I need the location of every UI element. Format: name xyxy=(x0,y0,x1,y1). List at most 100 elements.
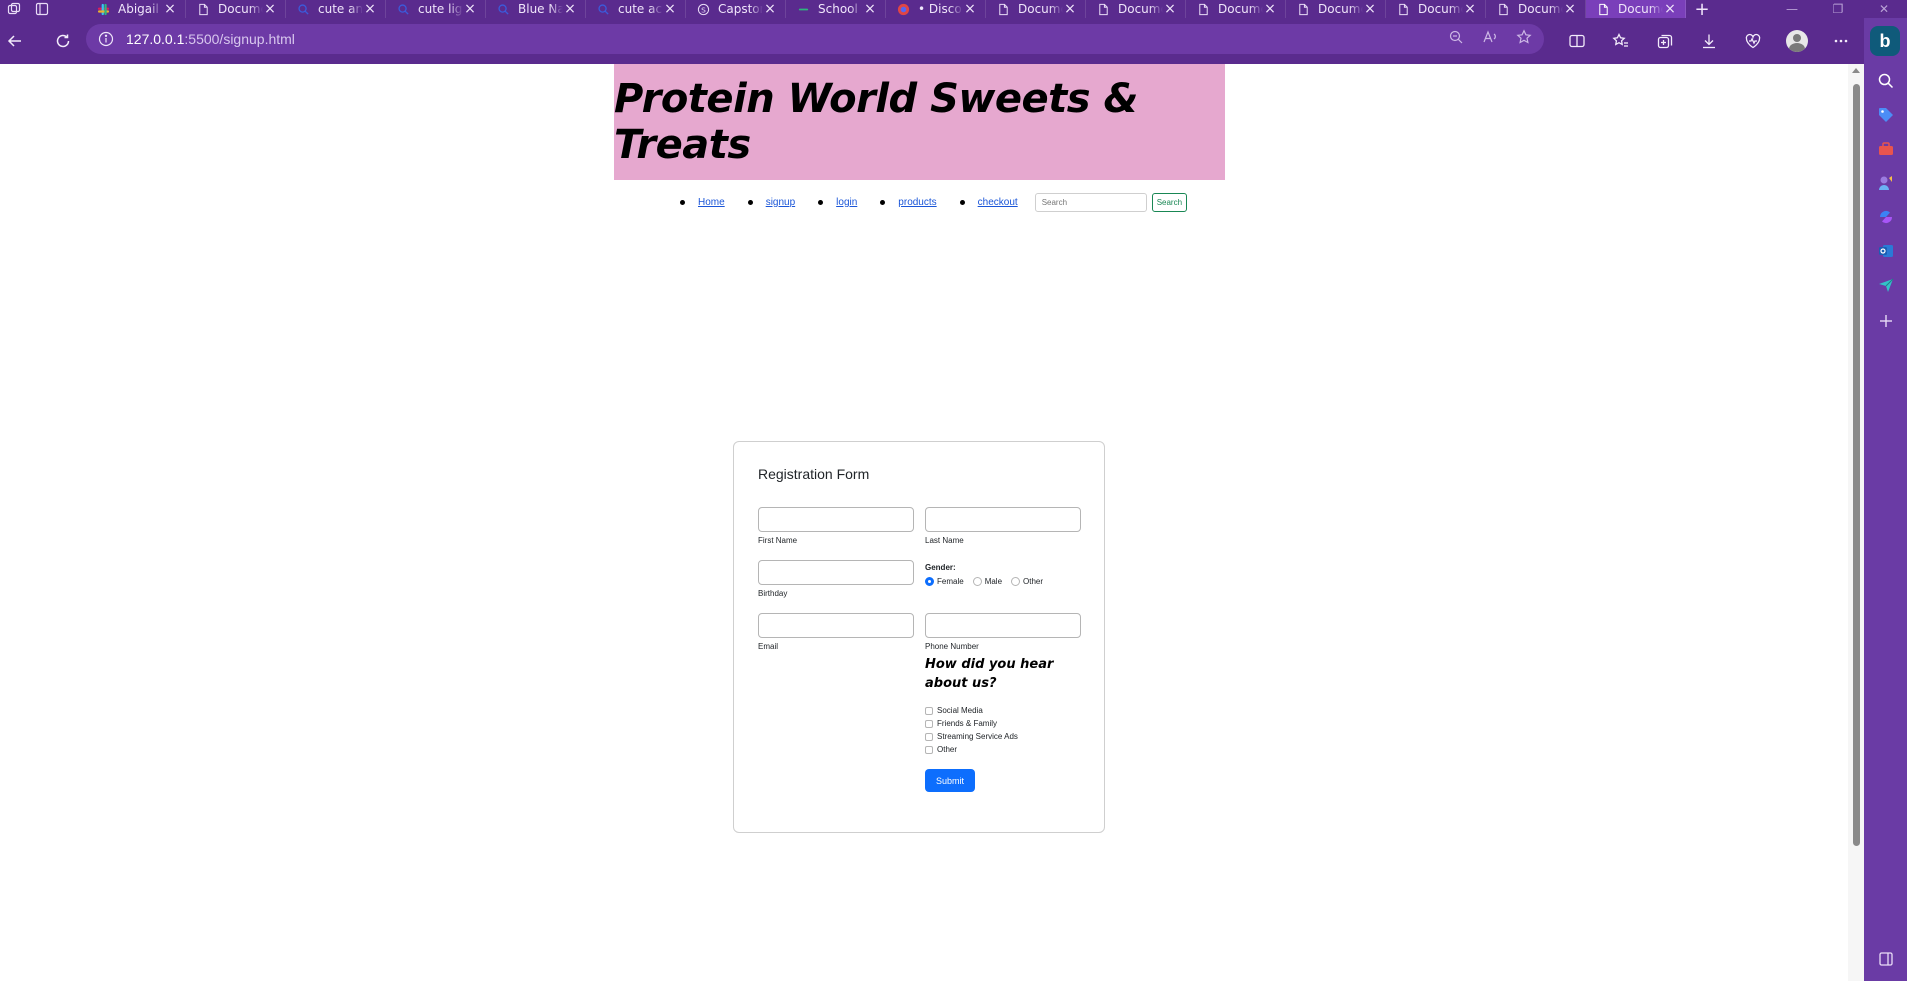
checkbox[interactable] xyxy=(925,732,933,741)
tab-title: Document xyxy=(1418,2,1463,16)
games-icon[interactable] xyxy=(1864,168,1907,198)
nav-link-checkout[interactable]: checkout xyxy=(978,197,1018,208)
close-tab-icon[interactable]: × xyxy=(163,1,177,17)
browser-tab[interactable]: Abigail × xyxy=(86,0,186,18)
add-sidebar-app-icon[interactable] xyxy=(1864,306,1907,336)
nav-link-login[interactable]: login xyxy=(836,197,857,208)
browser-tab[interactable]: Document × xyxy=(1086,0,1186,18)
bing-copilot-icon[interactable]: b xyxy=(1870,26,1900,56)
close-tab-icon[interactable]: × xyxy=(863,1,877,17)
shopping-tag-icon[interactable] xyxy=(1864,100,1907,130)
browser-tab[interactable]: Document × xyxy=(1286,0,1386,18)
favorite-star-icon[interactable] xyxy=(1516,29,1532,49)
minimize-icon[interactable]: — xyxy=(1769,0,1815,18)
browser-tab[interactable]: Document × xyxy=(986,0,1086,18)
address-bar[interactable]: 127.0.0.1:5500/signup.html xyxy=(86,24,1544,54)
browser-tab[interactable]: Blue Nails × xyxy=(486,0,586,18)
site-search-input[interactable] xyxy=(1034,192,1147,212)
close-tab-icon[interactable]: × xyxy=(663,1,677,17)
close-tab-icon[interactable]: × xyxy=(1363,1,1377,17)
close-tab-icon[interactable]: × xyxy=(463,1,477,17)
tab-title: Document xyxy=(1618,2,1663,16)
close-tab-icon[interactable]: × xyxy=(1163,1,1177,17)
referral-option-streaming-ads[interactable]: Streaming Service Ads xyxy=(925,730,1018,743)
url-text[interactable]: 127.0.0.1:5500/signup.html xyxy=(126,31,295,47)
nav-link-home[interactable]: Home xyxy=(698,197,725,208)
vertical-tabs-icon[interactable] xyxy=(28,0,56,18)
browser-tab[interactable]: cute and × xyxy=(286,0,386,18)
referral-option-friends-family[interactable]: Friends & Family xyxy=(925,717,1018,730)
close-tab-icon[interactable]: × xyxy=(1263,1,1277,17)
browser-tab[interactable]: Document × xyxy=(186,0,286,18)
browser-tab[interactable]: School × xyxy=(786,0,886,18)
close-tab-icon[interactable]: × xyxy=(1063,1,1077,17)
refresh-button[interactable] xyxy=(42,18,84,64)
back-button[interactable] xyxy=(0,18,30,64)
document-icon xyxy=(996,2,1010,16)
gender-option-other[interactable]: Other xyxy=(1011,577,1043,586)
browser-tab[interactable]: S Capstone × xyxy=(686,0,786,18)
discord-icon xyxy=(896,2,910,16)
nav-link-signup[interactable]: signup xyxy=(766,197,795,208)
close-tab-icon[interactable]: × xyxy=(963,1,977,17)
checkbox[interactable] xyxy=(925,706,933,715)
radio-button[interactable] xyxy=(972,577,982,586)
close-tab-icon[interactable]: × xyxy=(1563,1,1577,17)
gender-option-male[interactable]: Male xyxy=(972,577,1002,586)
workspaces-icon[interactable] xyxy=(0,0,28,18)
close-tab-icon[interactable]: × xyxy=(1663,1,1677,17)
checkbox[interactable] xyxy=(925,745,933,754)
radio-button-checked[interactable] xyxy=(925,577,934,586)
scroll-up-arrow-icon[interactable] xyxy=(1852,68,1860,73)
downloads-icon[interactable] xyxy=(1687,18,1731,64)
send-icon[interactable] xyxy=(1864,270,1907,300)
last-name-field[interactable] xyxy=(925,507,1081,532)
phone-number-field[interactable] xyxy=(925,613,1081,638)
sidebar-search-icon[interactable] xyxy=(1864,66,1907,96)
radio-button[interactable] xyxy=(1011,577,1021,586)
zoom-out-icon[interactable] xyxy=(1448,29,1464,49)
referral-option-social-media[interactable]: Social Media xyxy=(925,704,1018,717)
browser-essentials-icon[interactable] xyxy=(1731,18,1775,64)
close-tab-icon[interactable]: × xyxy=(363,1,377,17)
browser-tab[interactable]: • Discord × xyxy=(886,0,986,18)
split-screen-icon[interactable] xyxy=(1555,18,1599,64)
copilot-icon[interactable] xyxy=(1864,202,1907,232)
browser-tab[interactable]: Document × xyxy=(1386,0,1486,18)
checkbox[interactable] xyxy=(925,719,933,728)
hide-sidebar-icon[interactable] xyxy=(1864,944,1907,974)
page-scrollbar[interactable] xyxy=(1848,64,1864,981)
nav-link-products[interactable]: products xyxy=(898,197,936,208)
close-tab-icon[interactable]: × xyxy=(263,1,277,17)
tab-title: Document xyxy=(1118,2,1163,16)
profile-avatar[interactable] xyxy=(1775,18,1819,64)
referral-checkbox-group: Social Media Friends & Family Streaming … xyxy=(925,704,1018,756)
email-field[interactable] xyxy=(758,613,914,638)
close-tab-icon[interactable]: × xyxy=(763,1,777,17)
restore-icon[interactable]: ❐ xyxy=(1815,0,1861,18)
document-icon xyxy=(1196,2,1210,16)
site-info-icon[interactable] xyxy=(86,31,126,47)
referral-option-other[interactable]: Other xyxy=(925,743,1018,756)
scrollbar-thumb[interactable] xyxy=(1853,84,1860,846)
first-name-field[interactable] xyxy=(758,507,914,532)
submit-button[interactable]: Submit xyxy=(925,769,975,792)
site-search-button[interactable]: Search xyxy=(1151,192,1188,212)
new-tab-button[interactable]: + xyxy=(1686,0,1718,20)
more-options-icon[interactable] xyxy=(1819,18,1863,64)
browser-tab-active[interactable]: Document × xyxy=(1586,0,1686,18)
tools-icon[interactable] xyxy=(1864,134,1907,164)
gender-option-female[interactable]: Female xyxy=(925,577,964,586)
outlook-icon[interactable] xyxy=(1864,236,1907,266)
browser-tab[interactable]: cute acrylic × xyxy=(586,0,686,18)
close-tab-icon[interactable]: × xyxy=(1463,1,1477,17)
collections-icon[interactable] xyxy=(1643,18,1687,64)
close-window-icon[interactable]: ✕ xyxy=(1861,0,1907,18)
browser-tab[interactable]: cute light × xyxy=(386,0,486,18)
favorites-icon[interactable] xyxy=(1599,18,1643,64)
browser-tab[interactable]: Document × xyxy=(1486,0,1586,18)
browser-tab[interactable]: Document × xyxy=(1186,0,1286,18)
birthday-field[interactable] xyxy=(758,560,914,585)
read-aloud-icon[interactable] xyxy=(1482,29,1498,49)
close-tab-icon[interactable]: × xyxy=(563,1,577,17)
